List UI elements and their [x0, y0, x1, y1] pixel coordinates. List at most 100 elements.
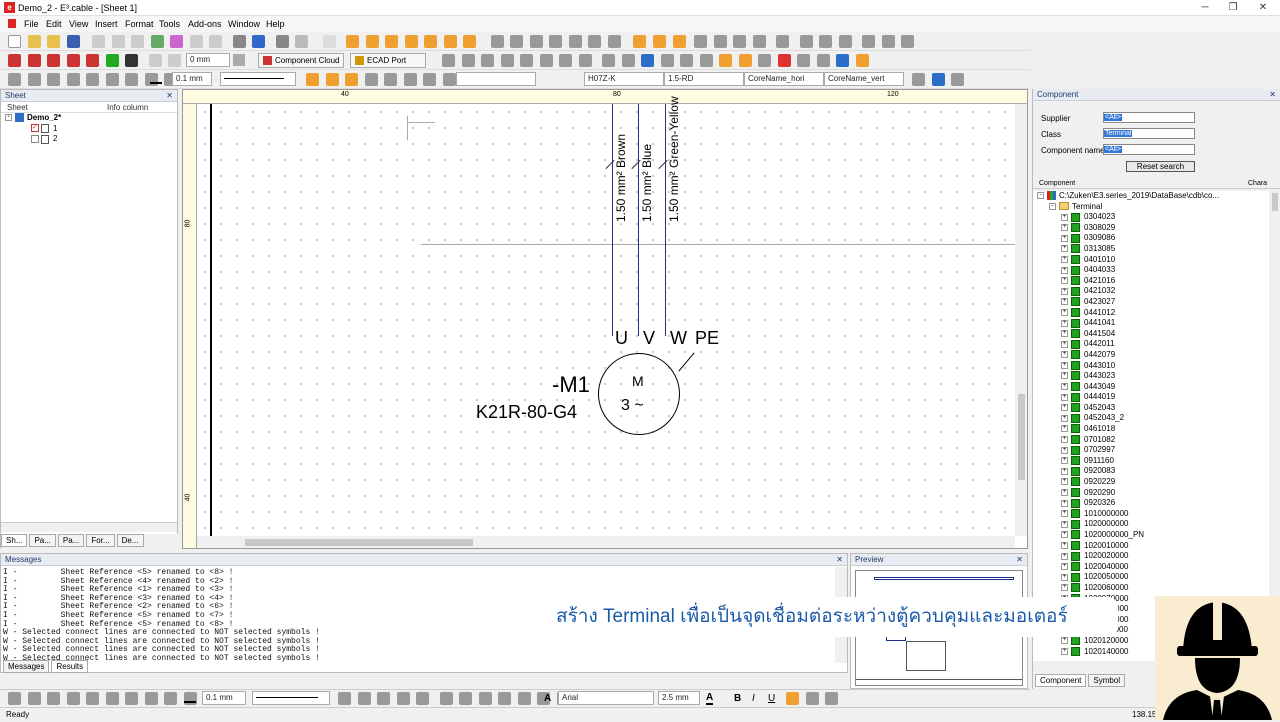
polyline-tool-icon[interactable] [27, 692, 41, 705]
group-c-icon[interactable] [377, 692, 391, 705]
circle-tool-icon[interactable] [105, 692, 119, 705]
expand-icon[interactable]: + [1061, 467, 1068, 475]
view-h-icon[interactable] [578, 54, 592, 67]
expand-icon[interactable]: + [1061, 531, 1068, 539]
drawing-canvas[interactable]: 40 80 120 80 40 1.50 mm² Brown 1.50 mm² … [182, 89, 1028, 549]
menu-insert[interactable]: Insert [95, 19, 118, 29]
view-a-icon[interactable] [442, 54, 455, 67]
group-g-icon[interactable] [459, 692, 473, 705]
component-item[interactable]: +0452043_2 [1033, 413, 1269, 424]
expand-icon[interactable]: + [1061, 266, 1068, 274]
wire-u[interactable] [612, 104, 613, 336]
component-name-select[interactable]: <All> [1103, 144, 1195, 155]
ecad-port-button[interactable]: ECAD Port [350, 53, 426, 68]
wire-color-select[interactable]: 1.5-RD [664, 72, 744, 86]
font-select[interactable]: Arial [558, 691, 654, 705]
expand-icon[interactable]: + [1061, 383, 1068, 391]
expand-icon[interactable]: + [1061, 351, 1068, 359]
line-width2-input[interactable]: 0.1 mm [172, 72, 212, 86]
zoom-out-icon[interactable] [510, 35, 524, 48]
component-item[interactable]: +0920229 [1033, 477, 1269, 488]
component-item[interactable]: +0308029 [1033, 223, 1269, 234]
group-j-icon[interactable] [517, 692, 531, 705]
tab-formboard[interactable]: For... [86, 534, 115, 547]
tab-symbol[interactable]: Symbol [1088, 674, 1126, 687]
tab-devices[interactable]: De... [116, 534, 144, 547]
expand-icon[interactable]: + [1061, 520, 1068, 528]
view-b-icon[interactable] [461, 54, 475, 67]
drawing-area[interactable]: 1.50 mm² Brown 1.50 mm² Blue 1.50 mm² Gr… [197, 96, 1015, 536]
split-icon[interactable] [776, 35, 790, 48]
panel-close-icon[interactable]: ✕ [836, 555, 843, 564]
pin-pe[interactable]: PE [695, 328, 719, 349]
view-k-icon[interactable] [641, 54, 655, 67]
group-e-icon[interactable] [416, 692, 430, 705]
cascade-icon[interactable] [838, 35, 852, 48]
view-o-icon[interactable] [738, 54, 752, 67]
component-item[interactable]: +0423027 [1033, 297, 1269, 308]
open-project-icon[interactable] [47, 35, 61, 48]
class-select[interactable]: Terminal [1103, 128, 1195, 139]
underline-button[interactable]: U [768, 693, 775, 704]
component-item[interactable]: +0442011 [1033, 339, 1269, 350]
component-item[interactable]: +0404033 [1033, 265, 1269, 276]
group-d-icon[interactable] [396, 692, 410, 705]
component-item[interactable]: +1020000000 [1033, 519, 1269, 530]
expand-icon[interactable]: + [1061, 499, 1068, 507]
paste-icon[interactable] [131, 35, 145, 48]
wire-group-select[interactable] [456, 72, 536, 86]
core-c-icon[interactable] [951, 73, 965, 86]
insert-device-icon[interactable] [8, 54, 21, 67]
fmt-f-icon[interactable] [403, 73, 417, 86]
minimize-button[interactable]: ─ [1190, 0, 1220, 16]
component-item[interactable]: +1020050000 [1033, 572, 1269, 583]
help-icon[interactable] [252, 35, 266, 48]
unchecked-icon[interactable] [31, 135, 39, 144]
fmt-g-icon[interactable] [423, 73, 437, 86]
menu-window[interactable]: Window [228, 19, 260, 29]
component-item[interactable]: +0443010 [1033, 361, 1269, 372]
paragraph-icon[interactable] [694, 35, 708, 48]
core-hori-select[interactable]: CoreName_hori [744, 72, 824, 86]
line-style-select[interactable] [252, 691, 330, 705]
line-style-select[interactable] [220, 72, 296, 86]
expand-icon[interactable]: + [1061, 414, 1068, 422]
expand-icon[interactable]: + [1061, 277, 1068, 285]
tab-parts[interactable]: Pa... [29, 534, 56, 547]
zoom-prev-icon[interactable] [549, 35, 563, 48]
group-f-icon[interactable] [439, 692, 453, 705]
align-c-icon[interactable] [47, 73, 61, 86]
tool-b-icon[interactable] [881, 35, 895, 48]
print-icon[interactable] [232, 35, 246, 48]
insert-terminal-icon[interactable] [66, 54, 80, 67]
3d-icon[interactable] [699, 54, 713, 67]
collapse-icon[interactable]: - [5, 114, 12, 122]
group-b-icon[interactable] [357, 692, 371, 705]
view-u-icon[interactable] [855, 54, 869, 67]
line-width-input[interactable]: 0 mm [186, 53, 230, 67]
fmt-b-icon[interactable] [325, 73, 339, 86]
select-icon[interactable] [322, 35, 336, 48]
group-a-icon[interactable] [338, 692, 351, 705]
line-tool-icon[interactable] [8, 692, 21, 705]
insert-cable-icon[interactable] [27, 54, 41, 67]
window-icon[interactable] [799, 35, 813, 48]
component-item[interactable]: +0461018 [1033, 424, 1269, 435]
sheet-node[interactable]: 2 [1, 134, 177, 145]
delete-icon[interactable] [148, 54, 162, 67]
expand-icon[interactable]: + [1061, 224, 1068, 232]
panel-close-icon[interactable]: ✕ [1016, 555, 1023, 564]
align-e-icon[interactable] [86, 73, 100, 86]
component-item[interactable]: +0702997 [1033, 445, 1269, 456]
motor-part-number[interactable]: K21R-80-G4 [476, 402, 577, 423]
wire-type-select[interactable]: H07Z-K [584, 72, 664, 86]
horizontal-scrollbar[interactable] [1, 522, 177, 532]
tree-scrollbar[interactable] [1270, 191, 1280, 661]
checked-icon[interactable]: ✓ [31, 124, 39, 133]
tool-a-icon[interactable] [862, 35, 876, 48]
pan-icon[interactable] [588, 35, 602, 48]
ortho-icon[interactable] [672, 35, 686, 48]
vertical-scrollbar[interactable] [1015, 104, 1027, 536]
pin-v[interactable]: V [643, 328, 655, 349]
line-color-icon[interactable] [184, 695, 196, 703]
